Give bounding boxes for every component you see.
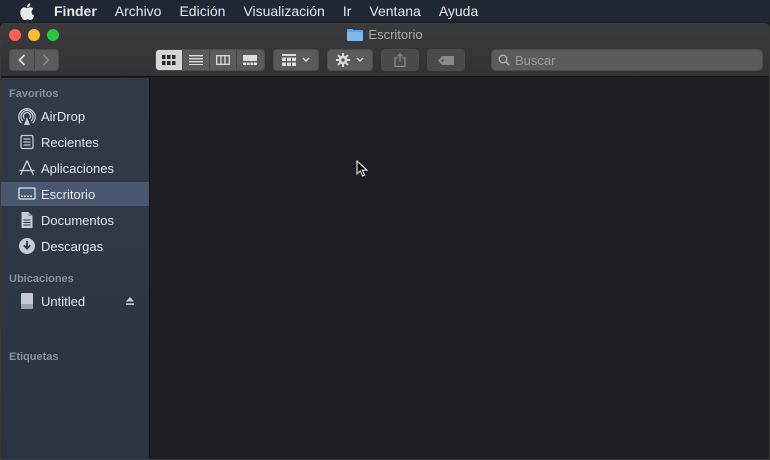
sidebar-item-label: Recientes	[41, 134, 99, 150]
columns-icon	[216, 55, 230, 65]
search-input[interactable]	[515, 52, 745, 68]
chevron-right-icon	[43, 54, 51, 66]
folder-icon	[347, 28, 364, 41]
sidebar-item-label: AirDrop	[41, 108, 86, 124]
gallery-view-button[interactable]	[237, 50, 264, 70]
title-bar: Escritorio	[1, 24, 769, 77]
menu-visualizacion[interactable]: Visualización	[243, 3, 324, 19]
sidebar-item-label: Escritorio	[41, 186, 96, 202]
sidebar-item-documentos[interactable]: Documentos	[1, 208, 149, 232]
applications-icon	[18, 159, 36, 177]
file-content-area[interactable]	[151, 78, 769, 459]
airdrop-icon	[18, 107, 36, 125]
menu-finder[interactable]: Finder	[54, 3, 97, 19]
group-grid-icon	[282, 54, 296, 66]
window-title-label: Escritorio	[368, 27, 423, 42]
icon-view-button[interactable]	[156, 50, 183, 70]
gear-icon	[336, 53, 350, 67]
sidebar-item-airdrop[interactable]: AirDrop	[1, 104, 149, 128]
menu-archivo[interactable]: Archivo	[115, 3, 162, 19]
menu-ayuda[interactable]: Ayuda	[439, 3, 478, 19]
back-forward-buttons	[9, 49, 59, 71]
icon-grid-icon	[162, 55, 176, 65]
menu-bar: Finder Archivo Edición Visualización Ir …	[0, 0, 770, 22]
sidebar-item-label: Documentos	[41, 212, 114, 228]
sidebar-section-favoritos: Favoritos	[9, 88, 59, 100]
eject-icon[interactable]	[125, 296, 135, 306]
menu-ir[interactable]: Ir	[343, 3, 352, 19]
sidebar-item-label: Descargas	[41, 238, 104, 254]
recents-icon	[18, 133, 36, 151]
sidebar-item-untitled[interactable]: Untitled	[1, 289, 149, 313]
action-button[interactable]	[327, 49, 373, 71]
window-title: Escritorio	[1, 27, 769, 42]
group-button[interactable]	[273, 49, 319, 71]
sidebar: Favoritos AirDrop Recientes Aplicaciones…	[1, 78, 150, 459]
sidebar-section-ubicaciones: Ubicaciones	[9, 273, 74, 285]
tag-button[interactable]	[427, 49, 465, 71]
downloads-icon	[18, 237, 36, 255]
chevron-left-icon	[18, 54, 26, 66]
search-icon	[498, 54, 510, 66]
view-mode-segmented	[155, 49, 265, 71]
sidebar-item-aplicaciones[interactable]: Aplicaciones	[1, 156, 149, 180]
menu-ventana[interactable]: Ventana	[369, 3, 420, 19]
chevron-down-icon	[302, 57, 310, 62]
chevron-down-icon	[356, 57, 364, 62]
mouse-cursor-icon	[356, 160, 368, 177]
back-button[interactable]	[10, 50, 34, 70]
gallery-icon	[243, 55, 258, 65]
share-icon	[394, 53, 406, 67]
sidebar-item-escritorio[interactable]: Escritorio	[1, 182, 149, 206]
finder-window: Escritorio Buscar Favoritos AirDrop Reci…	[0, 23, 770, 460]
documents-icon	[18, 211, 36, 229]
desktop-icon	[18, 185, 36, 203]
menu-edicion[interactable]: Edición	[179, 3, 225, 19]
sidebar-item-descargas[interactable]: Descargas	[1, 234, 149, 258]
forward-button[interactable]	[33, 50, 58, 70]
sidebar-item-recientes[interactable]: Recientes	[1, 130, 149, 154]
column-view-button[interactable]	[210, 50, 237, 70]
share-button[interactable]	[381, 49, 419, 71]
sidebar-section-etiquetas: Etiquetas	[9, 351, 59, 363]
search-field[interactable]	[491, 49, 763, 71]
tag-icon	[438, 55, 454, 65]
list-view-button[interactable]	[183, 50, 210, 70]
sidebar-item-label: Aplicaciones	[41, 160, 114, 176]
apple-logo-icon[interactable]	[20, 2, 36, 20]
sidebar-item-label: Untitled	[41, 293, 86, 309]
disk-icon	[18, 292, 36, 310]
list-icon	[189, 55, 203, 65]
